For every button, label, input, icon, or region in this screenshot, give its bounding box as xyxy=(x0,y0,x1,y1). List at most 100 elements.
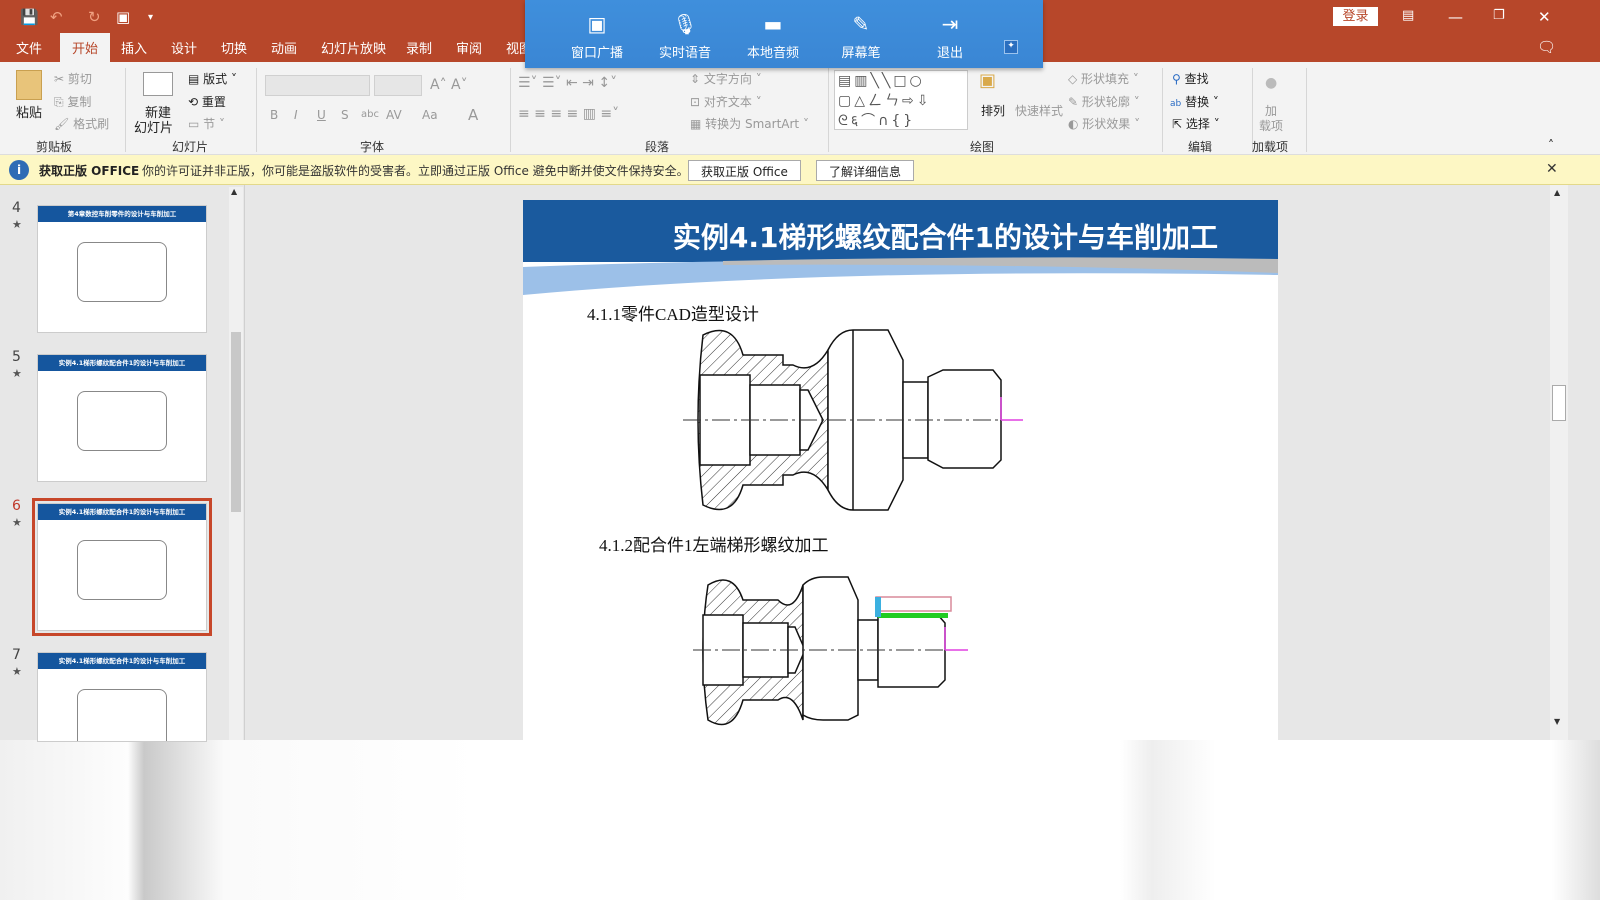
close-icon[interactable]: ✕ xyxy=(1538,8,1551,26)
tab-home[interactable]: 开始 xyxy=(60,33,111,62)
copy-button[interactable]: ⎘ 复制 xyxy=(54,93,91,110)
layout-button[interactable]: ▤ 版式 ˅ xyxy=(188,70,237,87)
slide-thumbnail[interactable]: 实例4.1梯形螺纹配合件1的设计与车削加工 xyxy=(32,498,212,636)
font-color-button[interactable]: A xyxy=(468,106,478,124)
tab-slideshow[interactable]: 幻灯片放映 xyxy=(321,38,386,57)
shape-outline-button[interactable]: ✎ 形状轮廓 ˅ xyxy=(1068,93,1140,110)
slide-thumbnail[interactable]: 实例4.1梯形螺纹配合件1的设计与车削加工 xyxy=(37,652,207,742)
local-audio-button[interactable]: ▬ 本地音频 xyxy=(733,12,813,61)
text-direction-button[interactable]: ⇕ 文字方向 ˅ xyxy=(690,70,762,87)
quick-styles-button[interactable]: 快速样式 xyxy=(1015,102,1063,119)
align-text-button[interactable]: ⊡ 对齐文本 ˅ xyxy=(690,93,762,110)
window-broadcast-button[interactable]: ▣ 窗口广播 xyxy=(557,12,637,61)
save-icon[interactable]: 💾 xyxy=(20,8,39,26)
group-drawing: 绘图 xyxy=(970,140,995,154)
ribbon-display-icon[interactable]: ▤ xyxy=(1402,8,1414,23)
new-slide-icon[interactable] xyxy=(143,72,173,96)
divider xyxy=(256,68,257,152)
addins-label-2[interactable]: 载项 xyxy=(1259,117,1283,134)
redo-icon[interactable]: ↻ xyxy=(88,8,101,26)
learn-more-button[interactable]: 了解详细信息 xyxy=(816,160,915,181)
shape-effects-button[interactable]: ◐ 形状效果 ˅ xyxy=(1068,115,1140,132)
char-spacing-button[interactable]: AV xyxy=(386,108,402,122)
slide-scrollbar[interactable]: ▲ ▼ xyxy=(1550,185,1568,740)
tab-design[interactable]: 设计 xyxy=(171,38,197,57)
live-voice-button[interactable]: 🎙 实时语音 xyxy=(645,12,725,61)
customize-icon[interactable]: ▾ xyxy=(148,12,153,23)
scroll-down-icon[interactable]: ▼ xyxy=(1554,717,1560,726)
bold-button[interactable]: B xyxy=(270,108,278,122)
restore-icon[interactable]: ❐ xyxy=(1493,8,1505,23)
strikethrough-button[interactable]: abc xyxy=(361,109,379,120)
select-button[interactable]: ⇱ 选择 ˅ xyxy=(1172,115,1220,132)
italic-button[interactable]: I xyxy=(294,108,298,122)
microphone-icon: 🎙 xyxy=(672,12,698,36)
section-button[interactable]: ▭ 节 ˅ xyxy=(188,115,225,132)
addins-icon[interactable]: ● xyxy=(1265,75,1277,91)
undo-icon[interactable]: ↶ xyxy=(50,8,63,26)
screen-pen-label: 屏幕笔 xyxy=(841,46,881,61)
tab-transitions[interactable]: 切换 xyxy=(221,38,247,57)
tab-animations[interactable]: 动画 xyxy=(271,38,297,57)
animation-star-icon: ★ xyxy=(12,516,22,529)
underline-button[interactable]: U xyxy=(317,108,326,122)
presentation-icon[interactable]: ▣ xyxy=(116,8,130,26)
screen-pen-button[interactable]: ✎ 屏幕笔 xyxy=(821,12,901,61)
minimize-icon[interactable]: — xyxy=(1448,8,1463,26)
monitor-speaker-icon: ▬ xyxy=(763,12,783,36)
pen-icon: ✎ xyxy=(852,12,870,36)
divider xyxy=(125,68,126,152)
scrollbar-thumb[interactable] xyxy=(1552,385,1566,421)
exit-button[interactable]: ⇥ 退出 xyxy=(910,12,990,61)
pin-icon[interactable]: ✦ xyxy=(1004,40,1018,54)
font-size-select[interactable] xyxy=(374,75,422,96)
tab-file[interactable]: 文件 xyxy=(16,38,42,57)
thumbnail-scrollbar[interactable]: ▲ xyxy=(229,187,243,740)
new-slide-button[interactable]: 幻灯片 xyxy=(134,117,173,136)
reset-label: 重置 xyxy=(201,95,226,109)
align-icons[interactable]: ≡ ≡ ≡ ≡ ▥ ≡˅ xyxy=(518,106,619,122)
cut-label: 剪切 xyxy=(67,72,92,86)
group-slides: 幻灯片 xyxy=(172,140,209,154)
paste-icon[interactable] xyxy=(16,70,42,100)
scroll-up-icon[interactable]: ▲ xyxy=(1554,188,1560,197)
collapse-ribbon-icon[interactable]: ˄ xyxy=(1548,138,1554,152)
bullets-icon[interactable]: ☰˅ ☰˅ ⇤ ⇥ ↕˅ xyxy=(518,75,617,91)
animation-star-icon: ★ xyxy=(12,367,22,380)
login-button[interactable]: 登录 xyxy=(1333,7,1378,26)
slide-thumbnail[interactable]: 第4章数控车削零件的设计与车削加工 xyxy=(37,205,207,333)
change-case-button[interactable]: Aa xyxy=(422,108,438,122)
arrange-icon[interactable]: ▣ xyxy=(979,70,996,91)
cut-button[interactable]: ✂ 剪切 xyxy=(54,70,92,87)
thumbnail-title: 实例4.1梯形螺纹配合件1的设计与车削加工 xyxy=(38,504,206,520)
scroll-up-icon[interactable]: ▲ xyxy=(231,187,237,196)
replace-icon: ab xyxy=(1170,99,1182,109)
close-notice-icon[interactable]: ✕ xyxy=(1546,161,1558,177)
exit-label: 退出 xyxy=(936,46,963,61)
format-painter-button[interactable]: 🖌 格式刷 xyxy=(54,115,109,132)
divider xyxy=(510,68,511,152)
slide-canvas[interactable]: 实例4.1梯形螺纹配合件1的设计与车削加工 4.1.1零件CAD造型设计 4.1… xyxy=(523,200,1278,740)
divider xyxy=(828,68,829,152)
shape-fill-label: 形状填充 xyxy=(1081,72,1130,86)
replace-button[interactable]: ab 替换 ˅ xyxy=(1170,93,1219,110)
smartart-button[interactable]: ▦ 转换为 SmartArt ˅ xyxy=(690,115,809,132)
reset-button[interactable]: ⟲ 重置 xyxy=(188,93,226,110)
group-editing: 编辑 xyxy=(1188,140,1213,154)
slide-number: 5 xyxy=(12,349,21,365)
tab-insert[interactable]: 插入 xyxy=(121,38,147,57)
shapes-gallery[interactable]: ▤▥╲╲□○ ▢△ㄥㄣ⇨⇩ ᘓ६⌒∩{} xyxy=(834,70,968,130)
find-button[interactable]: ⚲ 查找 xyxy=(1172,70,1209,87)
paste-button[interactable]: 粘贴 xyxy=(16,102,42,121)
font-name-select[interactable] xyxy=(265,75,370,96)
get-genuine-office-button[interactable]: 获取正版 Office xyxy=(688,160,801,181)
tab-record[interactable]: 录制 xyxy=(406,38,432,57)
shape-fill-button[interactable]: ◇ 形状填充 ˅ xyxy=(1068,70,1139,87)
slide-thumbnail[interactable]: 实例4.1梯形螺纹配合件1的设计与车削加工 xyxy=(37,354,207,482)
tab-review[interactable]: 审阅 xyxy=(456,38,482,57)
increase-font-icon[interactable]: A˄ A˅ xyxy=(430,77,468,93)
arrange-button[interactable]: 排列 xyxy=(981,102,1005,119)
comments-icon[interactable]: 🗨 xyxy=(1537,38,1556,56)
shadow-button[interactable]: S xyxy=(341,108,349,122)
scrollbar-thumb[interactable] xyxy=(231,332,241,512)
